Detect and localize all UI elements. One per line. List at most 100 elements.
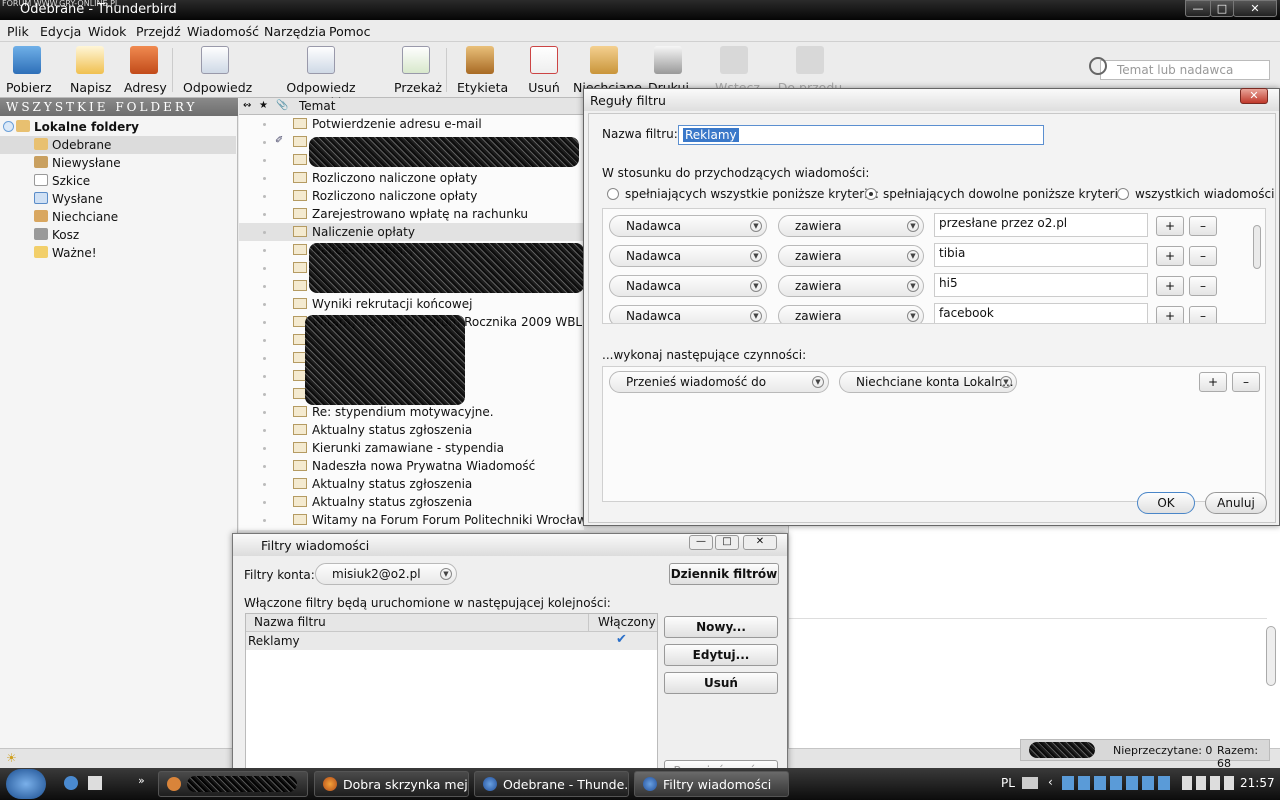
filters-minimize-button[interactable]: — [689,535,713,550]
read-status-dot[interactable] [263,159,266,162]
menu-message[interactable]: Wiadomość [187,24,259,39]
read-status-dot[interactable] [263,339,266,342]
filters-maximize-button[interactable]: □ [715,535,739,550]
start-button[interactable] [6,769,46,799]
condition-field-select[interactable]: Nadawca ▼ [609,275,767,297]
task-redacted[interactable] [158,771,308,797]
folder-unsent[interactable]: Niewysłane [0,154,236,172]
filter-enabled-column[interactable]: Włączony [598,615,656,629]
condition-value-input[interactable]: facebook [934,303,1148,323]
folder-account[interactable]: Lokalne foldery [0,118,236,136]
read-status-dot[interactable] [263,501,266,504]
remove-action-button[interactable]: – [1232,372,1260,392]
menu-file[interactable]: Plik [7,24,29,39]
menu-tools[interactable]: Narzędzia [264,24,326,39]
add-condition-button[interactable]: + [1156,276,1184,296]
read-status-dot[interactable] [263,123,266,126]
remove-condition-button[interactable]: – [1189,306,1217,323]
read-status-dot[interactable] [263,177,266,180]
condition-op-select[interactable]: zawiera ▼ [778,305,924,323]
add-action-button[interactable]: + [1199,372,1227,392]
new-filter-button[interactable]: Nowy... [664,616,778,638]
message-row[interactable]: Zarejestrowano wpłatę na rachunku [239,205,584,223]
read-status-dot[interactable] [263,303,266,306]
condition-value-input[interactable]: przesłane przez o2.pl [934,213,1148,237]
delete-filter-button[interactable]: Usuń [664,672,778,694]
reply-button[interactable]: Odpowiedz [183,46,252,95]
read-status-dot[interactable] [263,267,266,270]
add-condition-button[interactable]: + [1156,306,1184,323]
condition-op-select[interactable]: zawiera ▼ [778,215,924,237]
condition-field-select[interactable]: Nadawca ▼ [609,245,767,267]
condition-op-select[interactable]: zawiera ▼ [778,275,924,297]
show-desktop-icon[interactable] [88,776,102,790]
match-every-radio[interactable] [1117,188,1129,200]
task-thunderbird[interactable]: Odebrane - Thunde... [474,771,629,797]
maximize-button[interactable]: □ [1210,0,1234,17]
match-any-radio[interactable] [865,188,877,200]
forward-button[interactable]: Przekaż [394,46,442,95]
read-status-dot[interactable] [263,321,266,324]
chevron-left-icon[interactable]: ‹ [1048,775,1053,789]
read-status-dot[interactable] [263,213,266,216]
message-row[interactable]: Aktualny status zgłoszenia [239,493,584,511]
folder-drafts[interactable]: Szkice [0,172,236,190]
filter-log-button[interactable]: Dziennik filtrów [669,563,779,585]
message-row[interactable]: Wyniki rekrutacji końcowej [239,295,584,313]
quicklaunch-icon[interactable] [64,776,78,790]
condition-field-select[interactable]: Nadawca ▼ [609,215,767,237]
search-input[interactable]: Temat lub nadawca [1089,57,1270,80]
menu-go[interactable]: Przejdź [136,24,181,39]
filter-enabled-check[interactable]: ✔ [616,632,627,647]
task-firefox[interactable]: Dobra skrzynka mejl... [314,771,469,797]
edit-filter-button[interactable]: Edytuj... [664,644,778,666]
condition-field-select[interactable]: Nadawca ▼ [609,305,767,323]
rules-close-button[interactable]: ✕ [1240,88,1268,104]
account-select[interactable]: misiuk2@o2.pl ▼ [315,563,457,585]
filter-name-input[interactable]: Reklamy [678,125,1044,145]
address-book-button[interactable]: Adresy [124,46,167,95]
folder-sent[interactable]: Wysłane [0,190,236,208]
read-status-dot[interactable] [263,357,266,360]
get-mail-button[interactable]: Pobierz [6,46,52,95]
read-status-dot[interactable] [263,465,266,468]
message-row[interactable]: Rozliczono naliczone opłaty [239,187,584,205]
remove-condition-button[interactable]: – [1189,246,1217,266]
chevron-right-icon[interactable]: » [138,774,145,787]
minimize-button[interactable]: — [1185,0,1211,17]
read-status-dot[interactable] [263,519,266,522]
conditions-scrollbar[interactable] [1253,213,1263,319]
read-status-dot[interactable] [263,447,266,450]
thread-column-icon[interactable]: ↭ [243,100,251,111]
read-status-dot[interactable] [263,285,266,288]
cancel-button[interactable]: Anuluj [1205,492,1267,514]
message-row[interactable]: Re: stypendium motywacyjne. [239,403,584,421]
read-status-dot[interactable] [263,483,266,486]
add-condition-button[interactable]: + [1156,216,1184,236]
folder-important[interactable]: Ważne! [0,244,236,262]
menu-view[interactable]: Widok [88,24,126,39]
read-status-dot[interactable] [263,429,266,432]
message-row[interactable]: Potwierdzenie adresu e-mail [239,115,584,133]
tray-icons[interactable] [1062,776,1172,790]
folder-trash[interactable]: Kosz [0,226,236,244]
tag-button[interactable]: Etykieta [457,46,508,95]
action-target-select[interactable]: Niechciane konta Lokaln... ▼ [839,371,1017,393]
message-row[interactable]: Aktualny status zgłoszenia [239,475,584,493]
remove-condition-button[interactable]: – [1189,216,1217,236]
condition-op-select[interactable]: zawiera ▼ [778,245,924,267]
condition-value-input[interactable]: tibia [934,243,1148,267]
read-status-dot[interactable] [263,231,266,234]
condition-value-input[interactable]: hi5 [934,273,1148,297]
read-status-dot[interactable] [263,249,266,252]
read-status-dot[interactable] [263,375,266,378]
read-status-dot[interactable] [263,141,266,144]
message-row[interactable]: Aktualny status zgłoszenia [239,421,584,439]
close-button[interactable]: ✕ [1233,0,1277,17]
task-filters[interactable]: Filtry wiadomości [634,771,789,797]
match-all-radio[interactable] [607,188,619,200]
read-status-dot[interactable] [263,411,266,414]
add-condition-button[interactable]: + [1156,246,1184,266]
message-row[interactable]: Kierunki zamawiane - stypendia [239,439,584,457]
filters-close-button[interactable]: ✕ [743,535,777,550]
